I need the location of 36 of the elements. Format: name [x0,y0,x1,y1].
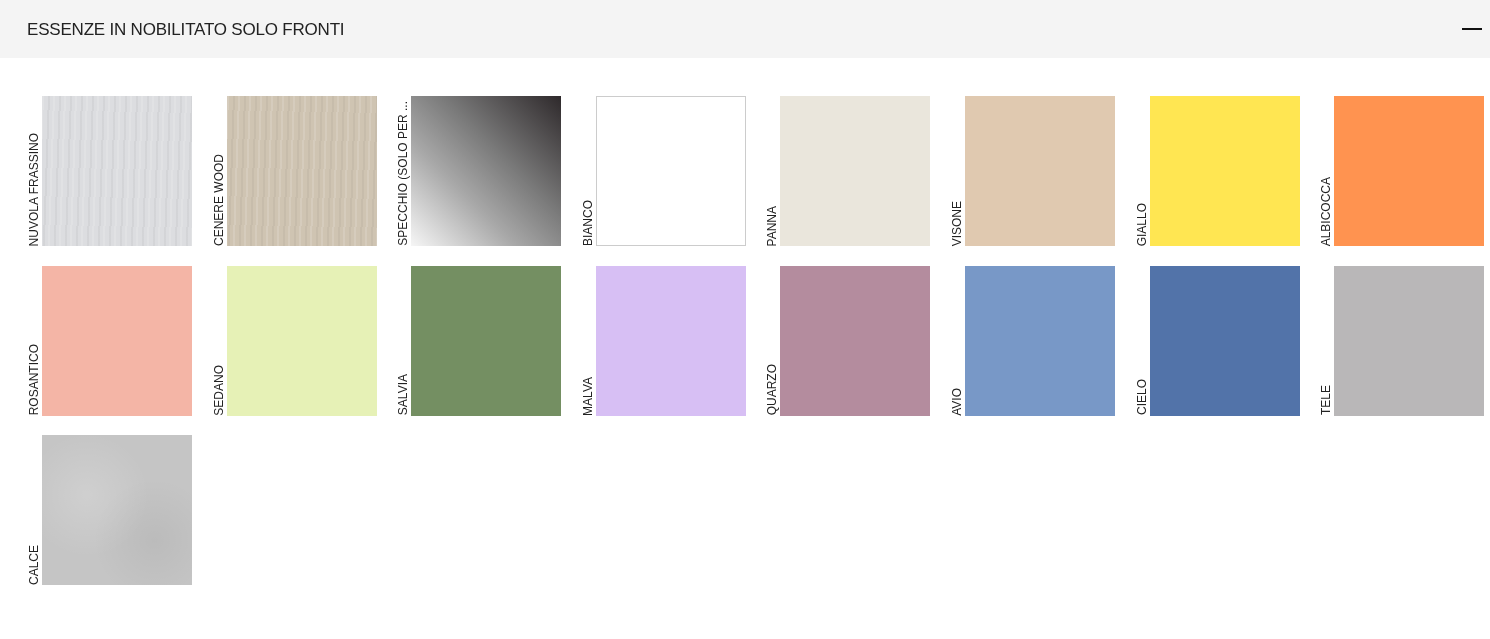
swatch-label: SALVIA [396,374,412,416]
finish-swatch[interactable] [1334,96,1485,246]
swatch-label: QUARZO [765,364,781,416]
finish-swatch[interactable] [595,96,746,246]
swatch-label: NUVOLA FRASSINO [27,132,42,246]
finish-swatch[interactable] [226,96,377,246]
finish-swatch[interactable] [1149,265,1300,416]
finish-swatch[interactable] [42,96,192,246]
minus-icon [1462,28,1482,30]
finish-swatch[interactable] [964,96,1115,246]
swatch-label: CALCE [27,545,42,585]
swatch-label: GIALLO [1134,202,1150,246]
swatch-label: AVIO [949,387,965,416]
finish-swatch[interactable] [1149,96,1300,246]
finish-swatch[interactable] [411,96,562,246]
finish-swatch[interactable] [595,265,746,416]
finish-swatch[interactable] [226,265,377,416]
swatch-label: ROSANTICO [27,344,42,416]
swatch-label: BIANCO [580,200,596,246]
finish-swatch[interactable] [780,96,931,246]
swatch-label: CENERE WOOD [211,154,227,246]
swatch-label: VISONE [949,200,965,246]
finish-swatch[interactable] [411,265,562,416]
section-title: ESSENZE IN NOBILITATO SOLO FRONTI [27,20,345,38]
finish-swatch[interactable] [964,265,1115,416]
swatch-label: SPECCHIO (SOLO PER ... [396,101,412,246]
finish-swatch[interactable] [780,265,931,416]
swatch-label: TELE [1319,385,1335,416]
finish-swatch[interactable] [1334,265,1485,416]
finish-swatch[interactable] [42,435,192,585]
finish-swatch[interactable] [42,265,192,416]
swatch-label: PANNA [765,205,781,246]
swatch-label: ALBICOCCA [1319,176,1335,246]
swatch-label: SEDANO [211,364,227,416]
swatch-label: CIELO [1134,379,1150,416]
swatch-label: MALVA [580,376,596,416]
